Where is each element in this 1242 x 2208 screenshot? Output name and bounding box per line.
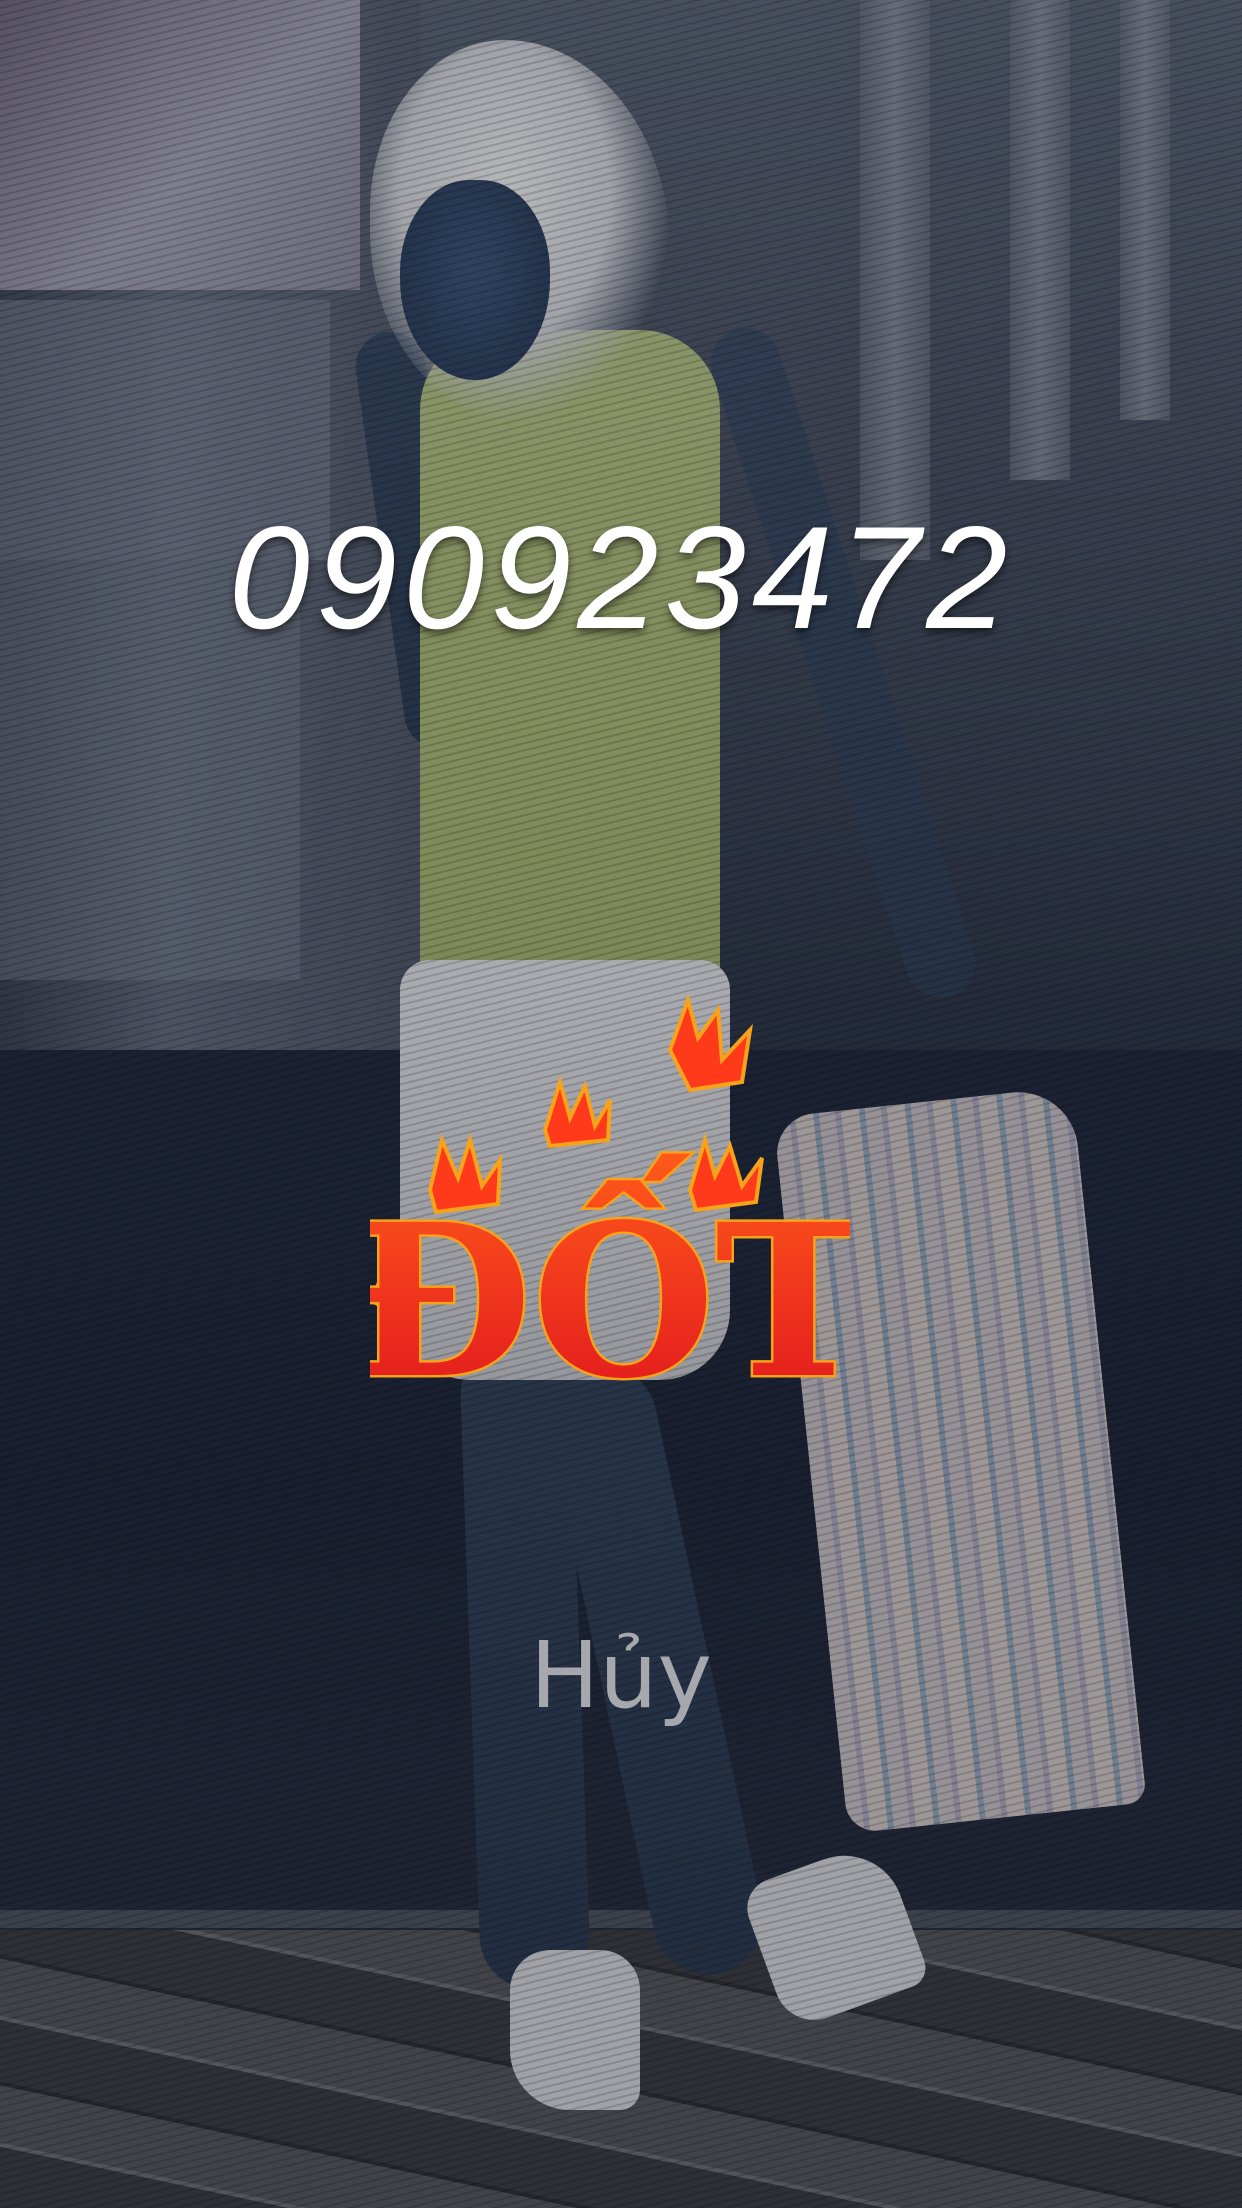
flame-icon: ĐỐT xyxy=(370,993,850,1410)
burn-button[interactable]: ĐỐT xyxy=(370,990,850,1410)
incoming-call-screen: 090923472 ĐỐT Hủy xyxy=(0,0,1242,2208)
caller-phone-number: 090923472 xyxy=(228,496,1014,659)
cancel-button[interactable]: Hủy xyxy=(0,1630,1242,1722)
burn-button-label: ĐỐT xyxy=(370,1153,850,1410)
